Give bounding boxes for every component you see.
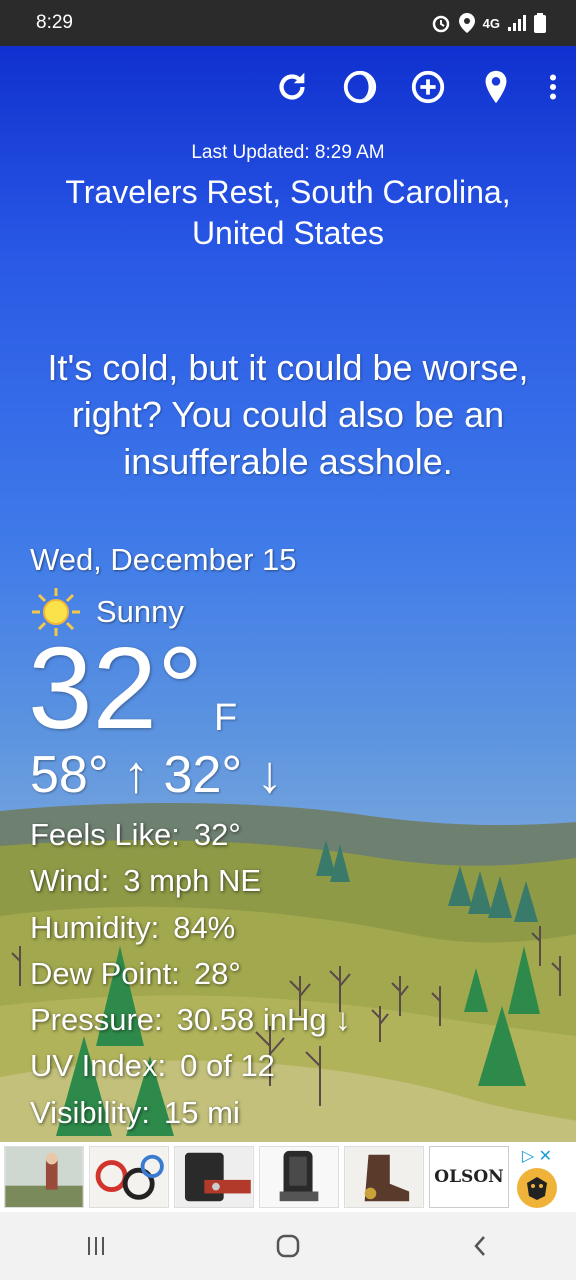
more-options-button[interactable] [530, 66, 576, 108]
recents-icon [88, 1237, 104, 1255]
refresh-icon [279, 72, 305, 100]
detail-label: Feels Like: [30, 817, 180, 852]
recents-button[interactable] [56, 1216, 136, 1276]
more-vert-icon [549, 74, 557, 100]
location-pin-button[interactable] [462, 66, 530, 108]
home-icon [276, 1234, 300, 1258]
back-button[interactable] [440, 1216, 520, 1276]
location-name[interactable]: Travelers Rest, South Carolina, United S… [0, 172, 576, 254]
theme-button[interactable] [326, 66, 394, 108]
weather-quote: It's cold, but it could be worse, right?… [47, 347, 529, 482]
detail-label: Wind: [30, 863, 110, 899]
detail-value: 0 of 12 [180, 1048, 275, 1084]
detail-visibility: Visibility: 15 mi [30, 1090, 351, 1136]
detail-wind: Wind: 3 mph NE [30, 858, 351, 904]
detail-uv-index: UV Index: 0 of 12 [30, 1043, 351, 1089]
network-label: 4G [482, 15, 500, 31]
temperature-unit[interactable]: F [214, 697, 237, 740]
detail-label: Visibility: [30, 1094, 151, 1130]
system-nav-bar [0, 1212, 576, 1280]
ad-banner[interactable]: OLSON ▷ ✕ [0, 1142, 576, 1212]
ad-photo-3[interactable] [174, 1146, 254, 1208]
ad-brand-logo[interactable]: OLSON [429, 1146, 509, 1208]
detail-value: 28° [193, 955, 241, 991]
detail-value: 15 mi [164, 1094, 240, 1130]
status-bar: 8:29 4G [0, 0, 576, 46]
current-temperature: 32° [28, 623, 204, 753]
back-icon [474, 1236, 485, 1256]
detail-value: 3 mph NE [123, 863, 262, 899]
alarm-icon [432, 15, 449, 33]
detail-value: 84% [173, 909, 236, 945]
theme-icon [343, 70, 377, 104]
add-location-button[interactable] [394, 66, 462, 108]
detail-label: UV Index: [30, 1048, 167, 1084]
location-pin-icon [485, 70, 507, 104]
ad-photo-4[interactable] [259, 1146, 339, 1208]
battery-icon [534, 13, 546, 33]
detail-value: 32° [193, 817, 241, 852]
detail-value: 30.58 inHg ↓ [176, 1002, 351, 1038]
add-location-icon [411, 70, 445, 104]
refresh-button[interactable] [258, 66, 326, 108]
ad-photo-2[interactable] [89, 1146, 169, 1208]
weather-screen: Last Updated: 8:29 AM Travelers Rest, So… [0, 46, 576, 1142]
home-button[interactable] [248, 1216, 328, 1276]
weather-details: Feels Like: 32° Wind: 3 mph NE Humidity: 84… [30, 812, 351, 1136]
last-updated: Last Updated: 8:29 AM [191, 142, 385, 163]
high-low-temperature: 58° ↑ 32° ↓ [30, 746, 283, 804]
signal-icon [508, 15, 526, 31]
detail-dew-point: Dew Point: 28° [30, 951, 351, 997]
detail-label: Pressure: [30, 1002, 163, 1038]
detail-feels-like: Feels Like: 32° [30, 812, 351, 858]
forecast-date: Wed, December 15 [30, 542, 297, 577]
status-time: 8:29 [36, 12, 73, 33]
ad-choices-icon[interactable]: ▷ ✕ [522, 1146, 552, 1166]
ad-emblem-icon[interactable] [517, 1168, 557, 1208]
detail-label: Dew Point: [30, 955, 180, 991]
ad-controls[interactable]: ▷ ✕ [514, 1146, 560, 1208]
detail-pressure: Pressure: 30.58 inHg ↓ [30, 997, 351, 1043]
detail-label: Humidity: [30, 909, 160, 945]
detail-humidity: Humidity: 84% [30, 905, 351, 951]
location-icon [458, 13, 475, 33]
app-toolbar [258, 66, 576, 108]
ad-photo-5[interactable] [344, 1146, 424, 1208]
ad-photo-1[interactable] [4, 1146, 84, 1208]
